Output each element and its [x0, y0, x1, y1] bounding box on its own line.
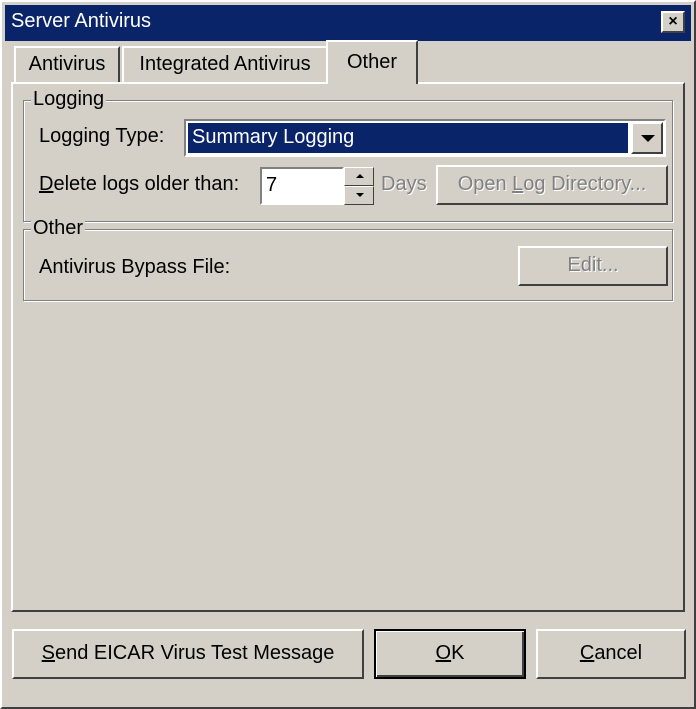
ok-label: K: [451, 642, 465, 664]
open-log-directory-button[interactable]: Open Log Directory...: [436, 165, 668, 205]
tab-panel-other: Logging Logging Type: Summary Logging De…: [11, 82, 685, 612]
ok-accel: O: [435, 642, 452, 664]
cancel-label: ancel: [594, 642, 643, 664]
logging-type-value: Summary Logging: [188, 123, 628, 153]
logging-type-label: Logging Type:: [39, 125, 165, 147]
send-eicar-label: end EICAR Virus Test Message: [54, 642, 335, 664]
send-eicar-test-button[interactable]: Send EICAR Virus Test Message: [12, 629, 364, 679]
open-log-directory-post: og Directory...: [523, 173, 647, 195]
spin-up-button[interactable]: [344, 167, 374, 186]
delete-logs-label-rest: elete logs older than:: [53, 173, 240, 195]
delete-logs-accel: D: [39, 173, 54, 195]
tab-integrated-antivirus-label: Integrated Antivirus: [139, 53, 311, 75]
open-log-directory-pre: Open: [457, 173, 513, 195]
logging-type-select[interactable]: Summary Logging: [184, 119, 666, 157]
spin-down-button[interactable]: [344, 186, 374, 205]
arrow-up-icon: [356, 174, 364, 178]
close-icon[interactable]: ×: [661, 11, 685, 33]
server-antivirus-dialog: Server Antivirus × Antivirus Integrated …: [0, 0, 696, 709]
tab-other[interactable]: Other: [326, 40, 418, 84]
title-bar[interactable]: Server Antivirus ×: [5, 5, 691, 41]
edit-button-label: Edit...: [567, 254, 619, 276]
logging-group-label: Logging: [31, 88, 107, 111]
open-log-directory-accel: L: [512, 173, 524, 195]
window-title: Server Antivirus: [11, 10, 152, 32]
other-group-label: Other: [31, 217, 86, 240]
cancel-button[interactable]: Cancel: [536, 629, 686, 679]
tab-other-label: Other: [346, 51, 398, 73]
send-eicar-accel: S: [41, 642, 55, 664]
tab-antivirus[interactable]: Antivirus: [14, 46, 120, 82]
other-group: Other Antivirus Bypass File: Edit...: [23, 217, 673, 301]
delete-logs-label: Delete logs older than:: [39, 173, 239, 196]
edit-button[interactable]: Edit...: [518, 246, 668, 286]
logging-group: Logging Logging Type: Summary Logging De…: [23, 88, 673, 222]
tab-antivirus-label: Antivirus: [28, 53, 106, 75]
chevron-down-icon: [641, 135, 655, 142]
days-unit-label: Days: [381, 173, 427, 195]
days-input[interactable]: 7: [260, 167, 344, 205]
cancel-accel: C: [579, 642, 595, 664]
antivirus-bypass-file-label: Antivirus Bypass File:: [39, 256, 231, 278]
days-spinner[interactable]: [344, 167, 374, 205]
tab-integrated-antivirus[interactable]: Integrated Antivirus: [122, 46, 328, 82]
dropdown-arrow-button[interactable]: [631, 122, 663, 154]
arrow-down-icon: [356, 193, 364, 197]
ok-button[interactable]: OK: [374, 629, 526, 679]
